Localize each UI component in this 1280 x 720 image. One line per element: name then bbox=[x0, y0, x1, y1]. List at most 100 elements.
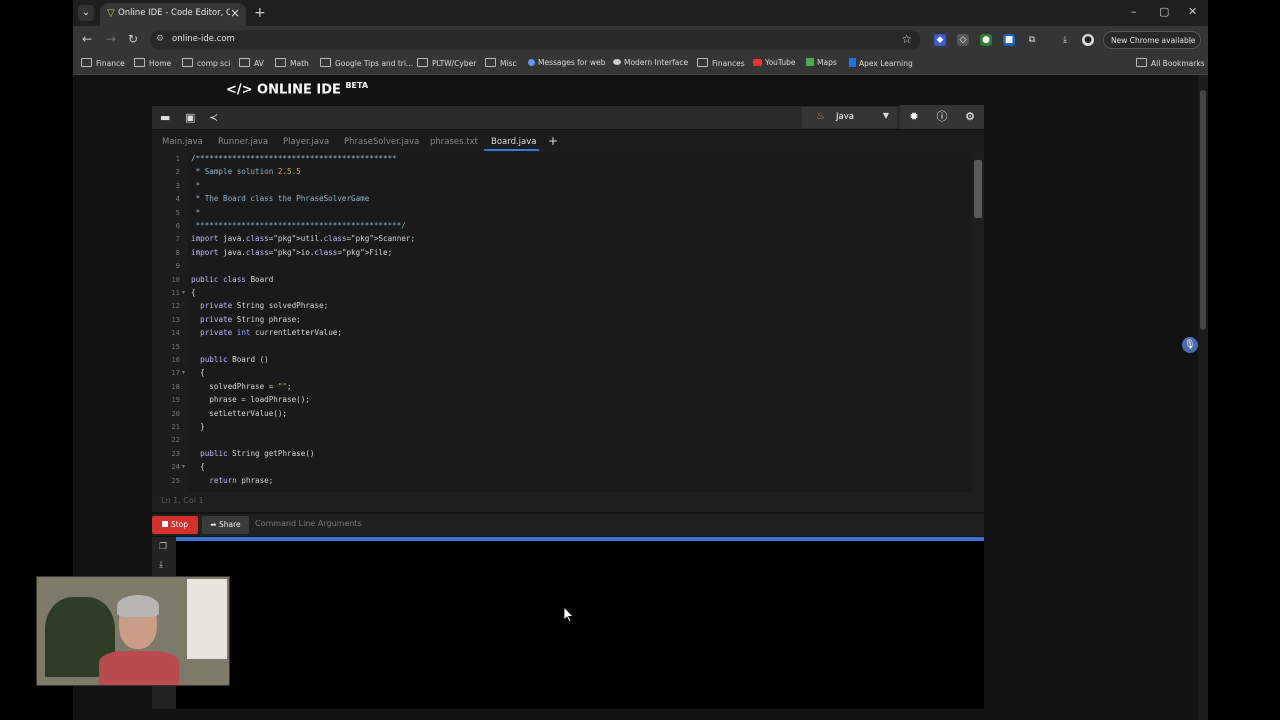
code-line: ****************************************… bbox=[191, 221, 406, 230]
folder-icon bbox=[275, 58, 286, 67]
reload-icon[interactable]: ↻ bbox=[128, 32, 138, 46]
extensions-icon[interactable]: ⧉ bbox=[1026, 34, 1038, 46]
all-bookmarks[interactable]: All Bookmarks bbox=[1136, 58, 1205, 68]
folder-icon bbox=[1136, 58, 1147, 67]
download-output-icon[interactable]: ⤓ bbox=[159, 560, 163, 570]
line-number: 18 bbox=[171, 381, 180, 391]
tab-board-java[interactable]: Board.java bbox=[491, 137, 537, 147]
tab-search-icon[interactable]: ⌄ bbox=[78, 5, 94, 21]
bookmark-label: Finance bbox=[96, 59, 125, 68]
editor-scrollbar-thumb[interactable] bbox=[974, 160, 982, 218]
tab-main-java[interactable]: Main.java bbox=[162, 137, 203, 147]
tab-player-java[interactable]: Player.java bbox=[283, 137, 329, 147]
bookmarks-bar: Finance Home comp sci AV Math Google Tip… bbox=[73, 54, 1208, 75]
address-bar[interactable]: ⚙ online-ide.com ☆ bbox=[150, 30, 920, 50]
minimize-icon[interactable]: – bbox=[1131, 5, 1137, 18]
extension-grammar-icon[interactable]: ● bbox=[980, 34, 992, 46]
line-number: 14 bbox=[171, 328, 180, 338]
bookmark-maps[interactable]: Maps bbox=[806, 58, 837, 67]
code-line: { bbox=[191, 368, 205, 378]
console-output[interactable] bbox=[176, 541, 984, 709]
forward-icon[interactable]: → bbox=[106, 32, 116, 46]
copy-icon[interactable]: ❐ bbox=[159, 542, 167, 552]
folder-icon bbox=[697, 58, 708, 67]
active-tab-indicator bbox=[484, 149, 539, 151]
download-icon[interactable]: ⤓ bbox=[1059, 34, 1071, 46]
bookmark-pltw-cyber[interactable]: PLTW/Cyber bbox=[417, 58, 476, 68]
bookmark-messages[interactable]: Messages for web bbox=[528, 58, 605, 67]
fold-toggle-icon[interactable]: ▾ bbox=[182, 289, 185, 296]
back-icon[interactable]: ← bbox=[82, 32, 92, 46]
bookmark-label: comp sci bbox=[197, 59, 231, 68]
command-line-arguments-input[interactable]: Command Line Arguments bbox=[255, 519, 362, 528]
line-number: 6 bbox=[175, 221, 180, 230]
site-info-icon[interactable]: ⚙ bbox=[156, 34, 166, 44]
new-chrome-available-button[interactable]: New Chrome available ⋮ bbox=[1103, 31, 1201, 49]
bookmark-google-tips[interactable]: Google Tips and tri... bbox=[320, 58, 413, 68]
code-line: phrase = loadPhrase(); bbox=[191, 395, 310, 405]
code-line: * The Board class the PhraseSolverGame bbox=[191, 194, 370, 204]
bookmark-av[interactable]: AV bbox=[239, 58, 264, 68]
bookmark-label: Google Tips and tri... bbox=[335, 59, 414, 68]
profile-avatar[interactable]: ● bbox=[1082, 34, 1094, 46]
bookmark-misc[interactable]: Misc bbox=[485, 58, 517, 68]
line-number: 22 bbox=[171, 435, 180, 445]
page-scrollbar-thumb[interactable] bbox=[1200, 90, 1206, 330]
bookmark-youtube[interactable]: YouTube bbox=[753, 58, 796, 67]
extension-shield-icon[interactable]: ◆ bbox=[934, 34, 946, 46]
fold-toggle-icon[interactable]: ▾ bbox=[182, 369, 185, 376]
bookmark-comp-sci[interactable]: comp sci bbox=[182, 58, 230, 68]
stop-button[interactable]: Stop bbox=[152, 516, 198, 534]
theme-gear-icon[interactable]: ✹ bbox=[900, 105, 928, 129]
bookmark-label: Apex Learning bbox=[859, 59, 913, 68]
line-number: 1 bbox=[175, 154, 180, 163]
line-number: 24 bbox=[171, 462, 180, 472]
ide-logo[interactable]: </> ONLINE IDE BETA bbox=[226, 81, 368, 97]
open-folder-icon[interactable]: ▬ bbox=[160, 111, 170, 124]
maximize-icon[interactable]: ▢ bbox=[1159, 5, 1169, 18]
line-number: 7 bbox=[175, 234, 180, 244]
close-tab-icon[interactable]: × bbox=[230, 6, 240, 20]
new-tab-button[interactable]: + bbox=[254, 5, 266, 21]
tab-runner-java[interactable]: Runner.java bbox=[218, 137, 268, 147]
language-select[interactable]: ♨ Java ▼ bbox=[802, 107, 897, 128]
share-button[interactable]: ➦ Share bbox=[202, 516, 249, 534]
share-icon[interactable]: ≺ bbox=[209, 111, 218, 124]
line-number: 4 bbox=[175, 194, 180, 204]
tab-phrasesolver-java[interactable]: PhraseSolver.java bbox=[344, 137, 419, 147]
editor-status-bar: Ln 1, Col 1 bbox=[152, 492, 984, 512]
browser-tab[interactable]: ▽ Online IDE - Code Editor, Comp × bbox=[100, 3, 246, 26]
info-icon[interactable]: ⓘ bbox=[928, 105, 956, 129]
bookmark-label: YouTube bbox=[765, 58, 796, 67]
bookmark-finance[interactable]: Finance bbox=[81, 58, 125, 68]
bookmark-star-icon[interactable]: ☆ bbox=[901, 32, 912, 46]
bookmark-apex-learning[interactable]: Apex Learning bbox=[849, 58, 913, 68]
bookmark-math[interactable]: Math bbox=[275, 58, 309, 68]
bookmark-home[interactable]: Home bbox=[134, 58, 171, 68]
code-line: { bbox=[191, 288, 196, 297]
extension-puzzle-icon[interactable]: ◇ bbox=[957, 34, 969, 46]
bookmark-label: Messages for web bbox=[538, 58, 606, 67]
save-icon[interactable]: ▣ bbox=[185, 111, 195, 124]
folder-icon bbox=[239, 58, 250, 67]
line-number: 2 bbox=[175, 167, 180, 177]
code-line: return phrase; bbox=[209, 475, 274, 485]
bookmark-modern-interface[interactable]: Modern Interface bbox=[613, 58, 688, 67]
add-file-icon[interactable]: + bbox=[548, 134, 558, 148]
bookmark-finances[interactable]: Finances bbox=[697, 58, 745, 68]
stop-icon bbox=[161, 521, 168, 527]
close-window-icon[interactable]: ✕ bbox=[1188, 5, 1197, 18]
microphone-icon[interactable]: 🎙 bbox=[1182, 337, 1198, 353]
line-number: 11 bbox=[171, 288, 180, 297]
fold-toggle-icon[interactable]: ▾ bbox=[182, 463, 185, 470]
code-line: solvedPhrase = ""; bbox=[191, 381, 292, 391]
code-line: /***************************************… bbox=[191, 154, 397, 163]
line-number: 15 bbox=[171, 341, 180, 351]
java-icon: ♨ bbox=[816, 111, 825, 122]
tab-phrases-txt[interactable]: phrases.txt bbox=[430, 137, 478, 147]
more-menu-icon[interactable]: ⋮ bbox=[1187, 32, 1195, 50]
extension-badge-icon[interactable]: ■ bbox=[1003, 34, 1015, 46]
settings-icon[interactable]: ⚙ bbox=[956, 105, 984, 129]
messages-icon bbox=[528, 59, 535, 66]
ide-favicon-icon: ▽ bbox=[107, 8, 115, 19]
